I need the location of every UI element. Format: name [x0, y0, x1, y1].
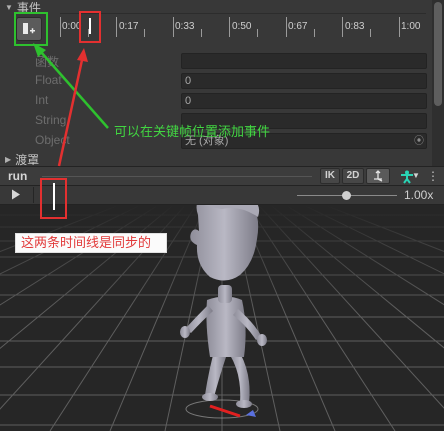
object-picker-icon[interactable]: ⦿ [412, 135, 426, 149]
add-event-highlight-box [14, 12, 48, 46]
major-tick [399, 17, 400, 37]
tick-label: 0:17 [119, 21, 139, 32]
more-options-icon[interactable]: ⋮ [426, 169, 440, 183]
major-tick [286, 17, 287, 37]
function-label: 函数 [35, 55, 60, 69]
float-label: Float [35, 73, 62, 87]
minor-tick [144, 29, 145, 37]
animation-event-inspector: ▼ 事件 0:00 0:17 0:33 0:50 0:67 0:83 1:00 [0, 0, 444, 167]
red-annotation-label: 这两条时间线是同步的 [15, 233, 167, 253]
bottom-playhead-highlight-box [40, 178, 67, 219]
foldout-collapsed-icon: ▶ [5, 154, 12, 164]
play-icon [12, 189, 20, 200]
green-annotation-text: 可以在关键帧位置添加事件 [114, 124, 271, 139]
ik-toggle-button[interactable]: IK [320, 168, 340, 184]
ruler-top-line [60, 13, 426, 14]
minor-tick [257, 29, 258, 37]
tick-label: 0:50 [232, 21, 252, 32]
major-tick [229, 17, 230, 37]
dropdown-arrow-icon: ▼ [412, 171, 420, 180]
foldout-expanded-icon: ▼ [5, 2, 13, 12]
tick-label: 1:00 [401, 21, 421, 32]
tick-label: 0:83 [345, 21, 365, 32]
major-tick [60, 17, 61, 37]
minor-tick [370, 29, 371, 37]
play-button[interactable] [5, 188, 27, 202]
clip-name: run [8, 169, 28, 183]
minor-tick [314, 29, 315, 37]
string-label: String [35, 113, 67, 127]
event-timeline-ruler[interactable]: 0:00 0:17 0:33 0:50 0:67 0:83 1:00 [60, 13, 426, 39]
int-label: Int [35, 93, 49, 107]
top-playhead-highlight-box [79, 11, 101, 43]
function-field[interactable] [181, 53, 427, 69]
playback-speed-knob[interactable] [342, 191, 351, 200]
pivot-icon [374, 170, 383, 182]
object-label: Object [35, 133, 70, 147]
int-field[interactable]: 0 [181, 93, 427, 109]
major-tick [342, 17, 343, 37]
pivot-toggle-button[interactable] [366, 168, 390, 184]
tick-label: 0:33 [175, 21, 195, 32]
tick-label: 0:67 [288, 21, 308, 32]
minor-tick [201, 29, 202, 37]
avatar-selector-button[interactable]: ▼ [392, 168, 422, 184]
2d-toggle-button[interactable]: 2D [342, 168, 364, 184]
toolbar-drag-handle[interactable] [42, 176, 312, 177]
major-tick [173, 17, 174, 37]
major-tick [116, 17, 117, 37]
curves-header-label: 渡罩 [15, 152, 40, 167]
playback-speed-value: 1.00x [404, 188, 434, 202]
curves-foldout[interactable]: ▶ 渡罩 [0, 152, 40, 167]
inspector-scrollbar-thumb[interactable] [434, 2, 442, 106]
float-field[interactable]: 0 [181, 73, 427, 89]
transport-divider [33, 187, 34, 203]
